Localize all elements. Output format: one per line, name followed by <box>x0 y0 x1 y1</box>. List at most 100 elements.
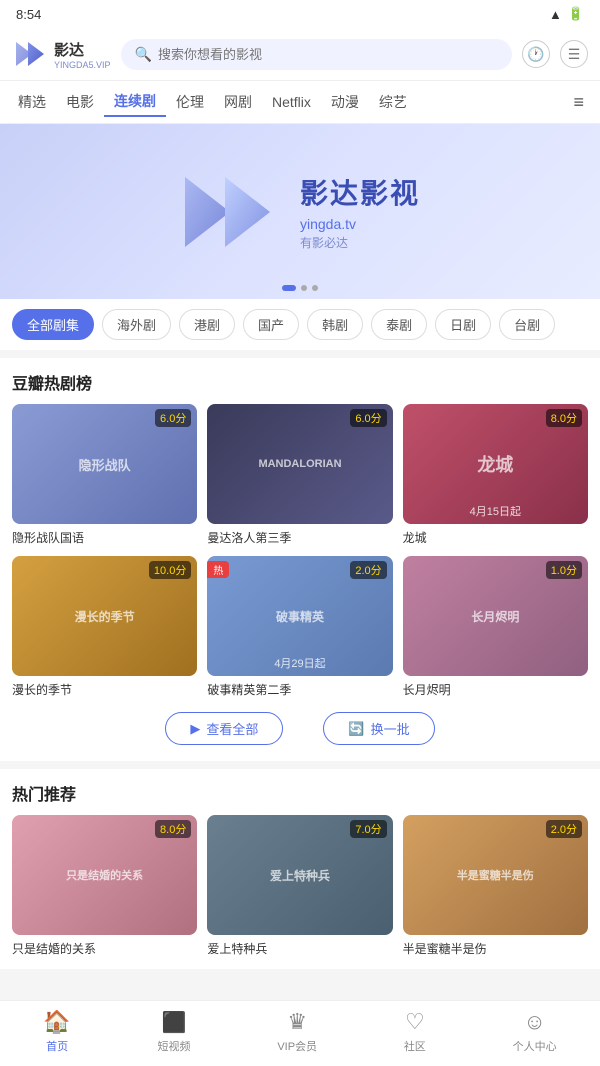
header: 影达 YINGDA5.VIP 🔍 🕐 ☰ <box>0 28 600 81</box>
filter-all[interactable]: 全部剧集 <box>12 309 94 340</box>
banner-text: 影达影视 yingda.tv 有影必达 <box>300 172 420 251</box>
nav-profile[interactable]: ☺ 个人中心 <box>513 1009 557 1054</box>
banner: 影达影视 yingda.tv 有影必达 <box>0 124 600 299</box>
movie-badge-5: 热 <box>207 561 229 578</box>
movie-thumb-2: MANDALORIAN 6.0分 <box>207 404 392 524</box>
filter-hk[interactable]: 港剧 <box>179 309 235 340</box>
nav-home[interactable]: 🏠 首页 <box>43 1009 70 1054</box>
tab-wangju[interactable]: 网剧 <box>214 88 262 116</box>
refresh-icon: 🔄 <box>348 721 364 737</box>
nav-vip[interactable]: ♛ VIP会员 <box>277 1009 317 1054</box>
hot-card-2[interactable]: 爱上特种兵 7.0分 爱上特种兵 <box>207 815 392 957</box>
search-bar[interactable]: 🔍 <box>121 39 512 70</box>
hot-thumb-2: 爱上特种兵 7.0分 <box>207 815 392 935</box>
movie-thumb-3: 龙城 8.0分 4月15日起 <box>403 404 588 524</box>
nav-more-menu[interactable]: ≡ <box>565 88 592 117</box>
filter-overseas[interactable]: 海外剧 <box>102 309 171 340</box>
hot-title-3: 半是蜜糖半是伤 <box>403 940 588 957</box>
movie-title-6: 长月烬明 <box>403 681 588 698</box>
movie-thumb-1: 隐形战队 6.0分 <box>12 404 197 524</box>
movie-card-6[interactable]: 长月烬明 1.0分 长月烬明 <box>403 556 588 698</box>
history-icon[interactable]: 🕐 <box>522 40 550 68</box>
tab-dongman[interactable]: 动漫 <box>321 88 369 116</box>
tab-dianying[interactable]: 电影 <box>56 88 104 116</box>
home-icon: 🏠 <box>43 1009 70 1035</box>
movie-card-4[interactable]: 漫长的季节 10.0分 漫长的季节 <box>12 556 197 698</box>
nav-community[interactable]: ♡ 社区 <box>404 1009 426 1054</box>
tab-zongyi[interactable]: 综艺 <box>369 88 417 116</box>
hot-card-1[interactable]: 只是结婚的关系 8.0分 只是结婚的关系 <box>12 815 197 957</box>
banner-logo-svg <box>180 167 280 257</box>
movie-score-1: 6.0分 <box>155 409 191 427</box>
hot-card-3[interactable]: 半是蜜糖半是伤 2.0分 半是蜜糖半是伤 <box>403 815 588 957</box>
hot-title-1: 只是结婚的关系 <box>12 940 197 957</box>
play-icon: ▶ <box>190 721 200 737</box>
dot-2 <box>301 285 307 291</box>
movie-score-2: 6.0分 <box>350 409 386 427</box>
hot-title-2: 爱上特种兵 <box>207 940 392 957</box>
douban-section-title: 豆瓣热剧榜 <box>12 370 588 394</box>
movie-score-4: 10.0分 <box>149 561 191 579</box>
dot-1 <box>282 285 296 291</box>
profile-icon: ☺ <box>523 1009 545 1035</box>
filter-tags: 全部剧集 海外剧 港剧 国产 韩剧 泰剧 日剧 台剧 <box>0 299 600 350</box>
hot-score-1: 8.0分 <box>155 820 191 838</box>
vip-label: VIP会员 <box>277 1038 317 1054</box>
logo-text: 影达 YINGDA5.VIP <box>54 39 111 70</box>
status-time: 8:54 <box>16 7 41 22</box>
logo-sub: YINGDA5.VIP <box>54 60 111 70</box>
refresh-button[interactable]: 🔄 换一批 <box>323 712 434 745</box>
filter-thai[interactable]: 泰剧 <box>371 309 427 340</box>
movie-title-2: 曼达洛人第三季 <box>207 529 392 546</box>
banner-title: 影达影视 <box>300 172 420 212</box>
logo-main: 影达 <box>54 39 111 60</box>
status-bar: 8:54 ▲ 🔋 <box>0 0 600 28</box>
status-icons: ▲ 🔋 <box>549 6 584 22</box>
short-video-label: 短视频 <box>158 1038 191 1054</box>
short-video-icon: ⬛ <box>162 1010 187 1035</box>
battery-icon: 🔋 <box>568 6 584 22</box>
community-label: 社区 <box>404 1038 426 1054</box>
logo-icon <box>12 36 48 72</box>
hot-section-title: 热门推荐 <box>12 781 588 805</box>
tab-lunli[interactable]: 伦理 <box>166 88 214 116</box>
community-icon: ♡ <box>405 1009 425 1035</box>
banner-tag: 有影必达 <box>300 234 420 251</box>
hot-thumb-1: 只是结婚的关系 8.0分 <box>12 815 197 935</box>
banner-content: 影达影视 yingda.tv 有影必达 <box>180 167 420 257</box>
tab-netflix[interactable]: Netflix <box>262 90 321 114</box>
action-buttons: ▶ 查看全部 🔄 换一批 <box>12 698 588 749</box>
movie-title-5: 破事精英第二季 <box>207 681 392 698</box>
movie-card-2[interactable]: MANDALORIAN 6.0分 曼达洛人第三季 <box>207 404 392 546</box>
douban-movie-grid: 隐形战队 6.0分 隐形战队国语 MANDALORIAN 6.0分 曼达洛人第三… <box>12 404 588 698</box>
hot-thumb-3: 半是蜜糖半是伤 2.0分 <box>403 815 588 935</box>
movie-title-4: 漫长的季节 <box>12 681 197 698</box>
movie-thumb-4: 漫长的季节 10.0分 <box>12 556 197 676</box>
view-all-button[interactable]: ▶ 查看全部 <box>165 712 283 745</box>
movie-score-5: 2.0分 <box>350 561 386 579</box>
dot-3 <box>312 285 318 291</box>
movie-thumb-6: 长月烬明 1.0分 <box>403 556 588 676</box>
nav-tabs: 精选 电影 连续剧 伦理 网剧 Netflix 动漫 综艺 ≡ <box>0 81 600 124</box>
refresh-label: 换一批 <box>371 719 410 738</box>
hot-movie-grid: 只是结婚的关系 8.0分 只是结婚的关系 爱上特种兵 7.0分 爱上特种兵 半是… <box>12 815 588 957</box>
movie-score-3: 8.0分 <box>546 409 582 427</box>
filter-taiwan[interactable]: 台剧 <box>499 309 555 340</box>
movie-title-3: 龙城 <box>403 529 588 546</box>
filter-domestic[interactable]: 国产 <box>243 309 299 340</box>
nav-short-video[interactable]: ⬛ 短视频 <box>158 1010 191 1054</box>
movie-card-5[interactable]: 破事精英 2.0分 热 4月29日起 破事精英第二季 <box>207 556 392 698</box>
header-icons: 🕐 ☰ <box>522 40 588 68</box>
movie-card-1[interactable]: 隐形战队 6.0分 隐形战队国语 <box>12 404 197 546</box>
banner-subtitle: yingda.tv <box>300 216 420 232</box>
tab-lianju[interactable]: 连续剧 <box>104 87 166 117</box>
tab-jingxuan[interactable]: 精选 <box>8 88 56 116</box>
movie-card-3[interactable]: 龙城 8.0分 4月15日起 龙城 <box>403 404 588 546</box>
menu-icon[interactable]: ☰ <box>560 40 588 68</box>
filter-korean[interactable]: 韩剧 <box>307 309 363 340</box>
movie-thumb-5: 破事精英 2.0分 热 4月29日起 <box>207 556 392 676</box>
filter-japanese[interactable]: 日剧 <box>435 309 491 340</box>
hot-score-2: 7.0分 <box>350 820 386 838</box>
search-input[interactable] <box>158 47 498 62</box>
movie-score-6: 1.0分 <box>546 561 582 579</box>
